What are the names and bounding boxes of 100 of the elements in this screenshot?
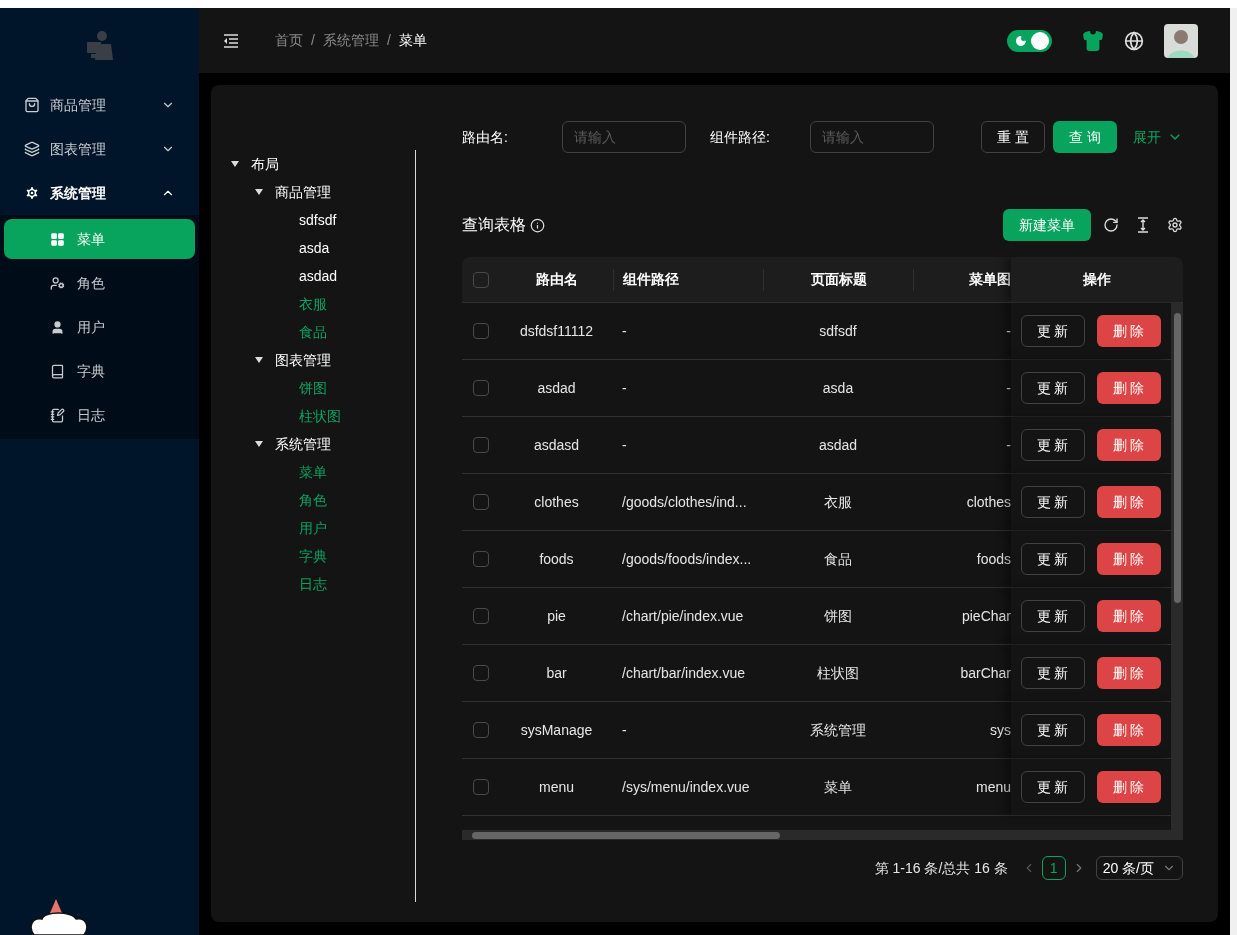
delete-button[interactable]: 删 除 [1096,372,1161,404]
table-cell: menu [539,778,574,795]
table-cell: - [1006,379,1011,396]
expand-link[interactable]: 展开 [1133,126,1183,148]
table-cell: /chart/pie/index.vue [622,607,744,624]
update-button[interactable]: 更 新 [1020,315,1085,347]
row-checkbox[interactable] [473,551,489,567]
tree-node[interactable]: 布局 [251,153,279,175]
update-button[interactable]: 更 新 [1020,543,1085,575]
tree-node[interactable]: 菜单 [299,461,327,483]
tree-node[interactable]: 商品管理 [275,181,331,203]
tree-node[interactable]: sdfsdf [299,209,337,231]
row-checkbox[interactable] [473,380,489,396]
row-checkbox[interactable] [473,665,489,681]
horizontal-scrollbar[interactable] [462,830,1183,840]
dark-mode-switch[interactable] [1007,29,1052,52]
delete-button[interactable]: 删 除 [1096,543,1161,575]
page-button[interactable]: 1 [1041,856,1066,880]
info-icon [530,217,545,233]
row-checkbox[interactable] [473,494,489,510]
column-header: 路由名 [535,270,578,289]
page-scrollbar[interactable] [1230,8,1237,935]
delete-button[interactable]: 删 除 [1096,429,1161,461]
table-cell: /sys/menu/index.vue [622,778,750,795]
mascot-drawing [28,897,90,935]
row-checkbox[interactable] [473,722,489,738]
book-icon [50,363,65,379]
table-cell: - [622,721,627,738]
shirt-icon[interactable] [1082,29,1104,52]
update-button[interactable]: 更 新 [1020,771,1085,803]
update-button[interactable]: 更 新 [1020,714,1085,746]
table-cell: sysManage [520,721,593,738]
tree-node[interactable]: 角色 [299,489,327,511]
update-button[interactable]: 更 新 [1020,429,1085,461]
row-checkbox[interactable] [473,323,489,339]
input-field[interactable]: 请输入 [562,121,686,153]
column-header: 菜单图 [969,270,1011,289]
menu-fold-icon[interactable] [223,33,239,48]
avatar[interactable] [1164,23,1198,58]
bag-icon [24,97,40,113]
table-title: 查询表格 [462,215,526,235]
grid-icon [50,231,65,247]
table-cell: /chart/bar/index.vue [622,664,745,681]
tree-node[interactable]: 衣服 [299,293,327,315]
vertical-scrollbar[interactable] [1171,303,1183,830]
column-height-icon[interactable] [1135,217,1151,233]
table-cell: clothes [534,493,579,510]
tree-node[interactable]: 字典 [299,545,327,567]
caret-down-icon[interactable] [231,161,239,167]
tree-node[interactable]: 系统管理 [275,433,331,455]
tree-node[interactable]: 柱状图 [299,405,341,427]
delete-button[interactable]: 删 除 [1096,315,1161,347]
row-checkbox[interactable] [473,437,489,453]
delete-button[interactable]: 删 除 [1096,714,1161,746]
menu-item[interactable]: 系统管理 [0,171,199,215]
tree-node[interactable]: 图表管理 [275,349,331,371]
caret-down-icon[interactable] [255,357,263,363]
menu-item[interactable]: 商品管理 [0,83,199,127]
tree-node[interactable]: 用户 [299,517,327,539]
table-cell: pie [547,607,566,624]
update-button[interactable]: 更 新 [1020,600,1085,632]
row-checkbox[interactable] [473,779,489,795]
tree-node[interactable]: asda [299,237,330,259]
field-label: 组件路径: [710,127,771,147]
submenu-item[interactable]: 用户 [4,307,195,347]
delete-button[interactable]: 删 除 [1096,486,1161,518]
row-checkbox[interactable] [473,608,489,624]
logo-icon [84,29,115,62]
tree-node[interactable]: 食品 [299,321,327,343]
page-size-select[interactable]: 20 条/页 [1095,856,1183,880]
select-all-checkbox[interactable] [473,271,489,288]
settings-icon[interactable] [1167,217,1183,233]
breadcrumb-link[interactable]: 首页 [275,30,303,51]
table-cell: foods [976,550,1011,567]
update-button[interactable]: 更 新 [1020,372,1085,404]
delete-button[interactable]: 删 除 [1096,657,1161,689]
reset-button[interactable]: 重 置 [981,121,1045,153]
caret-down-icon[interactable] [255,441,263,447]
update-button[interactable]: 更 新 [1020,486,1085,518]
table-cell: dsfdsf11112 [519,322,594,339]
tree-node[interactable]: 饼图 [299,377,327,399]
delete-button[interactable]: 删 除 [1096,771,1161,803]
breadcrumb-link[interactable]: 系统管理 [322,30,379,51]
globe-icon[interactable] [1124,30,1144,51]
caret-down-icon[interactable] [255,189,263,195]
update-button[interactable]: 更 新 [1020,657,1085,689]
input-field[interactable]: 请输入 [810,121,934,153]
submenu-item[interactable]: 字典 [4,351,195,391]
submenu-item[interactable]: 日志 [4,395,195,435]
tree-node[interactable]: 日志 [299,573,327,595]
settings-icon [24,185,40,201]
reload-icon[interactable] [1103,217,1119,233]
table-cell: 饼图 [824,607,852,624]
tree-node[interactable]: asdad [299,265,338,287]
table-cell: pieChar [961,607,1011,624]
delete-button[interactable]: 删 除 [1096,600,1161,632]
user-icon [50,319,65,335]
menu-item[interactable]: 图表管理 [0,127,199,171]
submenu-item[interactable]: 角色 [4,263,195,303]
table-cell: asda [822,379,854,396]
